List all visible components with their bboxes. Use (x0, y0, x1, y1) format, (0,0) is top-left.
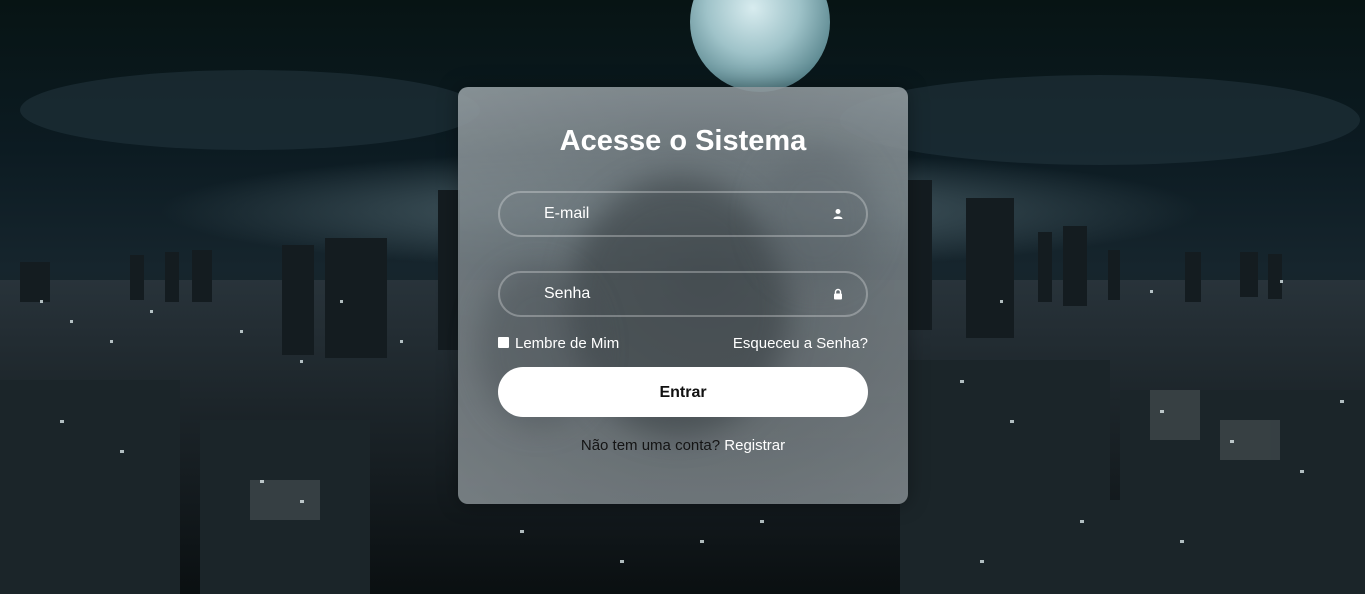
remember-checkbox[interactable] (498, 337, 509, 348)
login-panel: Acesse o Sistema Lembre de Mim Esqueceu … (458, 87, 908, 504)
forgot-password-link[interactable]: Esqueceu a Senha? (733, 335, 868, 352)
email-input[interactable] (500, 193, 866, 235)
register-link[interactable]: Registrar (724, 437, 785, 454)
login-button[interactable]: Entrar (498, 367, 868, 417)
remember-label: Lembre de Mim (515, 335, 620, 352)
moon (690, 0, 830, 92)
password-input[interactable] (500, 273, 866, 315)
no-account-text: Não tem uma conta? (580, 437, 725, 454)
options-row: Lembre de Mim Esqueceu a Senha? (498, 335, 868, 355)
lock-icon (834, 288, 842, 300)
register-row: Não tem uma conta? Registrar (458, 437, 908, 454)
remember-me[interactable]: Lembre de Mim (498, 335, 619, 352)
password-field-wrapper (498, 271, 868, 317)
page-title: Acesse o Sistema (559, 125, 807, 157)
email-field-wrapper (498, 191, 868, 237)
user-icon (833, 209, 843, 219)
